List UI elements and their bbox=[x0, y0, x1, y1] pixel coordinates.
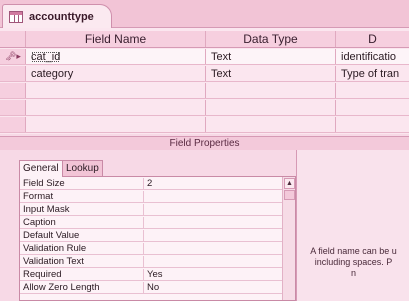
tab-lookup[interactable]: Lookup bbox=[62, 160, 103, 176]
field-name-column-header: Field Name bbox=[25, 31, 205, 47]
data-type-cell[interactable] bbox=[205, 100, 335, 115]
property-value[interactable]: Yes bbox=[146, 269, 282, 281]
data-type-cell[interactable]: Text bbox=[205, 66, 335, 81]
grid-header-row: Field Name Data Type D bbox=[0, 31, 409, 48]
property-label: Validation Text bbox=[22, 256, 144, 268]
property-value[interactable]: No bbox=[146, 282, 282, 294]
property-label: Field Size bbox=[22, 178, 144, 190]
field-row[interactable]: 🗝▸ cat_id Text identificatio bbox=[0, 49, 409, 65]
document-tab-strip: accounttype bbox=[0, 0, 409, 28]
table-icon bbox=[9, 10, 23, 23]
field-name-cell[interactable]: category bbox=[25, 66, 205, 81]
property-label: Allow Zero Length bbox=[22, 282, 144, 294]
property-label: Validation Rule bbox=[22, 243, 144, 255]
scrollbar-thumb[interactable] bbox=[284, 190, 295, 200]
property-label: Caption bbox=[22, 217, 144, 229]
document-tab[interactable]: accounttype bbox=[2, 4, 112, 28]
document-tab-label: accounttype bbox=[29, 10, 94, 23]
description-cell[interactable] bbox=[335, 83, 409, 98]
description-cell[interactable]: identificatio bbox=[335, 49, 409, 64]
field-row[interactable]: category Text Type of tran bbox=[0, 66, 409, 82]
row-selector[interactable] bbox=[0, 83, 25, 98]
property-label: Required bbox=[22, 269, 144, 281]
data-type-cell[interactable]: Text bbox=[205, 49, 335, 64]
field-name-cell[interactable]: cat_id bbox=[25, 49, 205, 64]
field-name-cell[interactable] bbox=[25, 117, 205, 132]
tab-general[interactable]: General bbox=[19, 160, 63, 177]
property-label: Default Value bbox=[22, 230, 144, 242]
empty-field-row[interactable] bbox=[0, 100, 409, 116]
primary-key-icon: 🗝▸ bbox=[5, 51, 21, 61]
property-sheet: Field Size 2 Format Input Mask Caption D… bbox=[19, 176, 296, 301]
property-row[interactable]: Validation Text bbox=[20, 256, 282, 268]
field-properties-pane: General Lookup Field Size 2 Format Input… bbox=[0, 150, 409, 301]
table-design-grid: Field Name Data Type D 🗝▸ cat_id Text id… bbox=[0, 28, 409, 134]
row-selector[interactable]: 🗝▸ bbox=[0, 49, 25, 64]
help-text: A field name can be u including spaces. … bbox=[297, 246, 409, 279]
help-line: including spaces. P bbox=[314, 257, 393, 267]
chevron-up-icon[interactable]: ▲ bbox=[284, 178, 295, 189]
empty-field-row[interactable] bbox=[0, 83, 409, 99]
property-row[interactable]: Validation Rule bbox=[20, 243, 282, 255]
property-row[interactable]: Input Mask bbox=[20, 204, 282, 216]
data-type-cell[interactable] bbox=[205, 83, 335, 98]
field-properties-title: Field Properties bbox=[0, 136, 409, 150]
description-cell[interactable]: Type of tran bbox=[335, 66, 409, 81]
field-name-text[interactable]: cat_id bbox=[31, 51, 60, 63]
description-cell[interactable] bbox=[335, 100, 409, 115]
description-cell[interactable] bbox=[335, 117, 409, 132]
property-scrollbar[interactable]: ▲ bbox=[282, 177, 295, 300]
data-type-column-header: Data Type bbox=[205, 31, 335, 47]
row-selector[interactable] bbox=[0, 117, 25, 132]
help-line: n bbox=[350, 268, 356, 278]
property-value[interactable]: 2 bbox=[146, 178, 282, 190]
row-selector[interactable] bbox=[0, 100, 25, 115]
property-label: Input Mask bbox=[22, 204, 144, 216]
row-selector[interactable] bbox=[0, 66, 25, 81]
description-column-header: D bbox=[335, 31, 409, 47]
help-panel: A field name can be u including spaces. … bbox=[296, 150, 409, 301]
empty-field-row[interactable] bbox=[0, 117, 409, 133]
property-row[interactable]: Required Yes bbox=[20, 269, 282, 281]
field-name-cell[interactable] bbox=[25, 83, 205, 98]
property-label: Format bbox=[22, 191, 144, 203]
property-row[interactable]: Format bbox=[20, 191, 282, 203]
row-selector-header[interactable] bbox=[0, 31, 25, 47]
data-type-cell[interactable] bbox=[205, 117, 335, 132]
field-name-cell[interactable] bbox=[25, 100, 205, 115]
property-row[interactable]: Default Value bbox=[20, 230, 282, 242]
help-line: A field name can be u bbox=[310, 246, 397, 256]
property-row[interactable]: Field Size 2 bbox=[20, 178, 282, 190]
property-row[interactable]: Caption bbox=[20, 217, 282, 229]
property-row[interactable]: Allow Zero Length No bbox=[20, 282, 282, 294]
